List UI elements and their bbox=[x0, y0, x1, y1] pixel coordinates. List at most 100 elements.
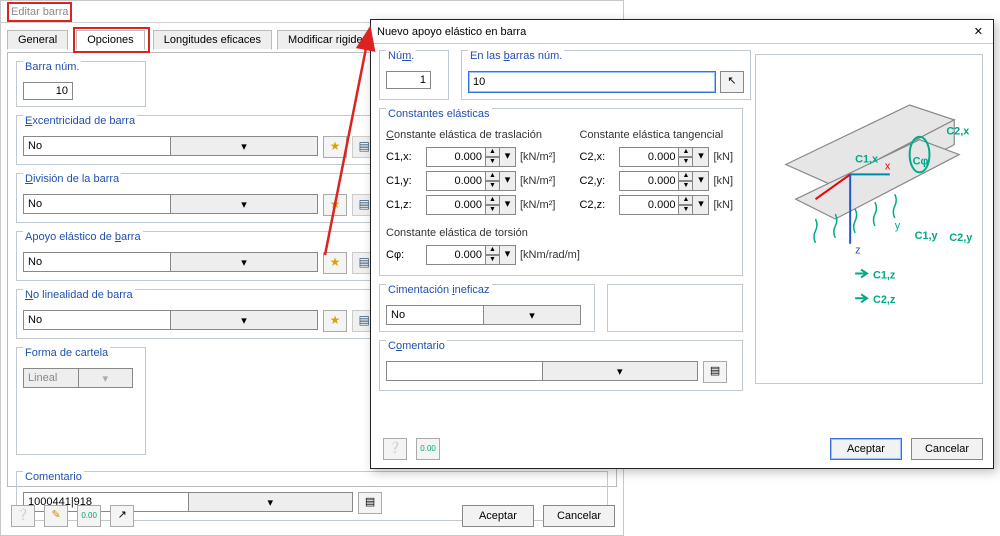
star-icon: ★ bbox=[330, 197, 341, 211]
list-icon: ▤ bbox=[365, 496, 375, 508]
dropdown-icon[interactable]: ▾ bbox=[500, 195, 516, 215]
division-select[interactable]: No▾ bbox=[23, 194, 318, 214]
dlg-pick-comment-button[interactable]: ▤ bbox=[703, 361, 727, 383]
pick-comment-button[interactable]: ▤ bbox=[358, 492, 382, 514]
forma-select: Lineal▾ bbox=[23, 368, 133, 388]
dialog-title: Nuevo apoyo elástico en barra bbox=[377, 26, 526, 38]
excentricidad-value: No bbox=[23, 136, 170, 156]
units-button[interactable]: 0.00 bbox=[77, 505, 101, 527]
division-title: División de la barra bbox=[23, 173, 121, 185]
dlg-footer-icons: ❔ 0.00 bbox=[381, 438, 444, 460]
dropdown-icon[interactable]: ▾ bbox=[693, 195, 709, 215]
note-button[interactable]: ✎ bbox=[44, 505, 68, 527]
dlg-accept-button[interactable]: Aceptar bbox=[830, 438, 902, 460]
cimentacion-select[interactable]: No▾ bbox=[386, 305, 581, 325]
units-icon: 0.00 bbox=[81, 511, 97, 520]
dlg-units-button[interactable]: 0.00 bbox=[416, 438, 440, 460]
edit-icon: ▤ bbox=[358, 255, 369, 269]
apply-to-button[interactable]: ↗ bbox=[110, 505, 134, 527]
units-icon: 0.00 bbox=[420, 444, 436, 453]
cphi-label: Cφ: bbox=[386, 249, 422, 261]
dlg-buttons: Aceptar Cancelar bbox=[824, 438, 983, 460]
preview-panel: x y z C2,x Cφ C1,x C1,y C2,y C1,z C2,z bbox=[755, 54, 983, 384]
bars-group: En las barras núm. ↖ bbox=[461, 50, 751, 100]
division-value: No bbox=[23, 194, 170, 214]
cancel-button[interactable]: Cancelar bbox=[543, 505, 615, 527]
dlg-comentario-select[interactable]: ▾ bbox=[386, 361, 698, 381]
apoyo-value: No bbox=[23, 252, 170, 272]
window-title: Editar barra bbox=[7, 2, 72, 22]
dialog-titlebar: Nuevo apoyo elástico en barra ✕ bbox=[371, 20, 993, 44]
dropdown-icon[interactable]: ▾ bbox=[693, 147, 709, 167]
c1x-label: C1,x: bbox=[386, 151, 422, 163]
new-nolin-button[interactable]: ★ bbox=[323, 310, 347, 332]
tab-rigidez[interactable]: Modificar rigidez bbox=[277, 30, 379, 50]
cursor-icon: ↗ bbox=[118, 509, 127, 521]
c1z-spin[interactable]: ▲▼▾ bbox=[426, 195, 516, 215]
c2z-row: C2,z: ▲▼▾ [kN] bbox=[579, 195, 736, 215]
dropdown-icon[interactable]: ▾ bbox=[500, 171, 516, 191]
cimentacion-group: Cimentación ineficaz No▾ bbox=[379, 284, 595, 332]
dialog-body: Núm. En las barras núm. ↖ Constantes elá… bbox=[371, 44, 751, 405]
close-icon: ✕ bbox=[974, 26, 983, 38]
tor-head: Constante elástica de torsión bbox=[386, 227, 736, 239]
cphi-unit: [kNm/rad/m] bbox=[520, 249, 580, 261]
edit-icon: ▤ bbox=[358, 139, 369, 153]
forma-title: Forma de cartela bbox=[23, 347, 110, 359]
c1z-row: C1,z: ▲▼▾ [kN/m²] bbox=[386, 195, 555, 215]
dropdown-icon[interactable]: ▾ bbox=[500, 147, 516, 167]
num-input[interactable] bbox=[386, 71, 431, 89]
svg-text:C2,x: C2,x bbox=[946, 126, 969, 138]
tang-head: Constante elástica tangencial bbox=[579, 129, 736, 141]
edit-icon: ▤ bbox=[358, 313, 369, 327]
apoyo-select[interactable]: No▾ bbox=[23, 252, 318, 272]
nolin-select[interactable]: No▾ bbox=[23, 310, 318, 330]
c2z-spin[interactable]: ▲▼▾ bbox=[619, 195, 709, 215]
c1x-unit: [kN/m²] bbox=[520, 151, 555, 163]
svg-text:z: z bbox=[855, 245, 860, 257]
apoyo-title: Apoyo elástico de barra bbox=[23, 231, 143, 243]
c1y-unit: [kN/m²] bbox=[520, 175, 555, 187]
dropdown-icon[interactable]: ▾ bbox=[500, 245, 516, 265]
comentario-title: Comentario bbox=[23, 471, 84, 483]
star-icon: ★ bbox=[330, 313, 341, 327]
tab-opciones[interactable]: Opciones bbox=[76, 30, 144, 50]
chevron-down-icon: ▾ bbox=[188, 492, 354, 512]
tab-general[interactable]: General bbox=[7, 30, 68, 50]
barra-num-input[interactable] bbox=[23, 82, 73, 100]
pick-bars-button[interactable]: ↖ bbox=[720, 71, 744, 93]
help-button[interactable]: ❔ bbox=[11, 505, 35, 527]
close-button[interactable]: ✕ bbox=[970, 20, 987, 44]
svg-text:Cφ: Cφ bbox=[913, 155, 929, 167]
dropdown-icon[interactable]: ▾ bbox=[693, 171, 709, 191]
svg-text:C2,z: C2,z bbox=[873, 294, 896, 306]
new-apoyo-button[interactable]: ★ bbox=[323, 252, 347, 274]
c1x-spin[interactable]: ▲▼▾ bbox=[426, 147, 516, 167]
cphi-spin[interactable]: ▲▼▾ bbox=[426, 245, 516, 265]
excentricidad-select[interactable]: No▾ bbox=[23, 136, 318, 156]
svg-text:C2,y: C2,y bbox=[949, 232, 972, 244]
help-icon: ❔ bbox=[16, 509, 30, 521]
new-division-button[interactable]: ★ bbox=[323, 194, 347, 216]
new-elastic-support-dialog: Nuevo apoyo elástico en barra ✕ Núm. En … bbox=[370, 19, 994, 469]
new-excentricidad-button[interactable]: ★ bbox=[323, 136, 347, 158]
list-icon: ▤ bbox=[710, 365, 720, 377]
svg-text:C1,y: C1,y bbox=[915, 230, 938, 242]
dlg-help-button[interactable]: ❔ bbox=[383, 438, 407, 460]
num-group: Núm. bbox=[379, 50, 449, 100]
c1y-spin[interactable]: ▲▼▾ bbox=[426, 171, 516, 191]
c2y-spin[interactable]: ▲▼▾ bbox=[619, 171, 709, 191]
tab-longitudes[interactable]: Longitudes eficaces bbox=[153, 30, 272, 50]
c2x-spin[interactable]: ▲▼▾ bbox=[619, 147, 709, 167]
accept-button[interactable]: Aceptar bbox=[462, 505, 534, 527]
dlg-cancel-button[interactable]: Cancelar bbox=[911, 438, 983, 460]
bars-input[interactable] bbox=[468, 71, 716, 93]
c1x-row: C1,x: ▲▼▾ [kN/m²] bbox=[386, 147, 555, 167]
c1y-row: C1,y: ▲▼▾ [kN/m²] bbox=[386, 171, 555, 191]
note-icon: ✎ bbox=[51, 509, 60, 521]
cim-placeholder bbox=[607, 284, 743, 332]
chevron-down-icon: ▾ bbox=[170, 252, 318, 272]
barra-num-group: Barra núm. bbox=[16, 61, 146, 107]
chevron-down-icon: ▾ bbox=[542, 361, 699, 381]
footer-icons: ❔ ✎ 0.00 ↗ bbox=[9, 505, 138, 527]
